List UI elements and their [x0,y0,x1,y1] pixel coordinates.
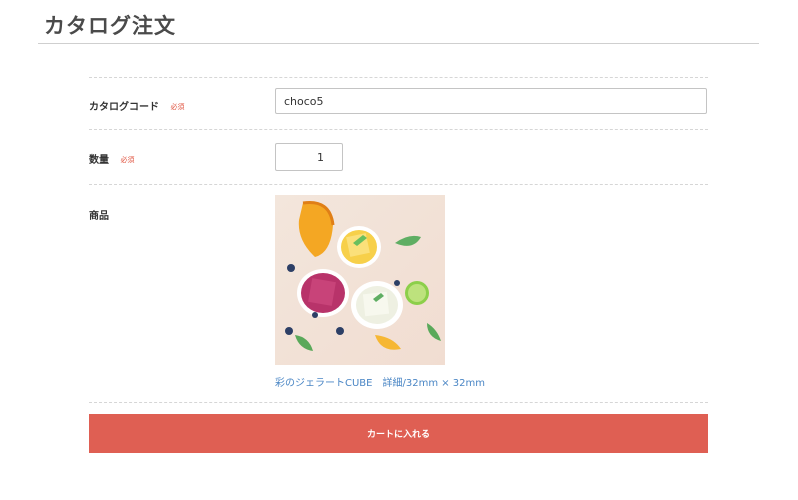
catalog-code-label-text: カタログコード [89,102,159,113]
product-row: 商品 彩のジェラートCUBE 詳細/32mm × 32mm [89,184,708,403]
quantity-label-text: 数量 [89,155,109,166]
catalog-code-label: カタログコード 必須 [89,98,184,113]
catalog-order-page: カタログ注文 カタログコード 必須 数量 必須 商品 [0,0,798,500]
required-badge: 必須 [120,156,135,164]
catalog-order-form: カタログコード 必須 数量 必須 商品 [89,77,708,403]
required-badge: 必須 [170,103,185,111]
quantity-row: 数量 必須 [89,129,708,184]
quantity-input[interactable] [275,143,343,171]
catalog-code-input[interactable] [275,88,707,114]
page-title: カタログ注文 [44,14,176,38]
title-divider [38,43,759,44]
product-detail-link[interactable]: 彩のジェラートCUBE 詳細/32mm × 32mm [275,374,485,389]
product-label: 商品 [89,211,109,222]
product-image [275,195,445,365]
catalog-code-row: カタログコード 必須 [89,77,708,129]
add-to-cart-button[interactable]: カートに入れる [89,414,708,453]
quantity-label: 数量 必須 [89,151,134,166]
